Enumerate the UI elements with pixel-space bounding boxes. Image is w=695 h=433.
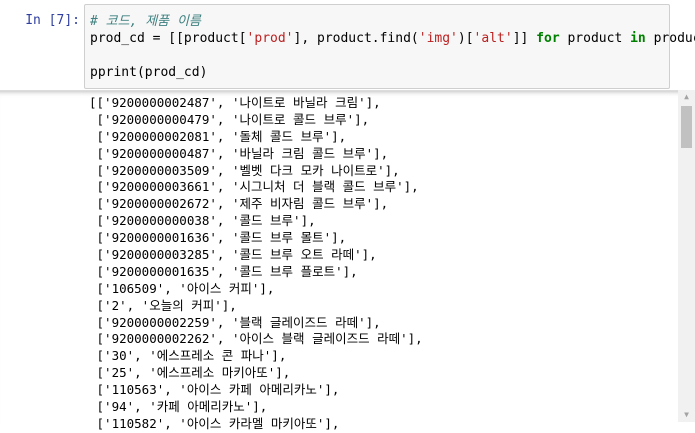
output-line: ['9200000000487', '바닐라 크림 콜드 브루'], [89, 145, 389, 161]
output-line: ['30', '에스프레소 콘 파나'], [89, 348, 287, 364]
output-line: ['94', '카페 아메리카노'], [89, 399, 268, 415]
code-string: 'img' [418, 31, 458, 46]
output-text: [['9200000002487', '나이트로 바닐라 크림'], ['920… [89, 95, 423, 433]
output-line: [['9200000002487', '나이트로 바닐라 크림'], [89, 95, 381, 110]
scroll-down-arrow-icon[interactable]: ▼ [678, 408, 695, 422]
output-line: ['9200000002081', '돌체 콜드 브루'], [89, 128, 347, 144]
output-line: ['9200000002672', '제주 비자림 콜드 브루'], [89, 196, 389, 212]
output-line: ['110563', '아이스 카페 아메리카노'], [89, 382, 340, 398]
scrollbar-thumb[interactable] [681, 106, 692, 148]
output-line: ['9200000003285', '콜드 브루 오트 라떼'], [89, 247, 377, 263]
cell-prompt: In [7]: [25, 13, 80, 28]
code-token: ]] [512, 31, 537, 46]
output-line: ['2', '오늘의 커피'], [89, 297, 237, 313]
output-line: ['110582', '아이스 카라멜 마키아또'], [89, 415, 340, 431]
code-token: prod_cd = [[product[ [90, 31, 247, 46]
output-line: ['9200000001635', '콜드 브루 플로트'], [89, 263, 358, 279]
output-line: ['25', '에스프레소 마키아또'], [89, 365, 291, 381]
code-cell[interactable]: In [7]: # 코드, 제품 이름 prod_cd = [[product[… [0, 0, 695, 91]
output-line: ['106509', '아이스 커피'], [89, 280, 275, 296]
output-area[interactable]: [['9200000002487', '나이트로 바닐라 크림'], ['920… [0, 90, 695, 431]
code-line-1: # 코드, 제품 이름 [90, 13, 201, 30]
output-line: ['9200000002262', '아이스 블랙 글레이즈드 라떼'], [89, 331, 423, 347]
output-scrollbar[interactable]: ▲ ▼ [678, 90, 695, 422]
code-token: ], product.find( [293, 31, 419, 46]
code-editor[interactable]: # 코드, 제품 이름 prod_cd = [[product['prod'],… [84, 4, 695, 89]
scroll-up-arrow-icon[interactable]: ▲ [678, 90, 695, 104]
output-line: ['9200000002259', '블랙 글레이즈드 라떼'], [89, 314, 381, 330]
code-string: 'prod' [246, 31, 294, 46]
code-token: )[ [457, 31, 474, 46]
output-line: ['9200000000038', '콜드 브루'], [89, 213, 316, 229]
code-string: 'alt' [473, 31, 513, 46]
code-token: products] [653, 31, 695, 46]
code-token: product [559, 31, 631, 46]
code-comment: # 코드, 제품 이름 [90, 14, 201, 29]
output-line: ['9200000000479', '나이트로 콜드 브루'], [89, 111, 370, 127]
output-line: ['9200000003661', '시그니처 더 블랙 콜드 브루'], [89, 179, 419, 195]
code-line-2: prod_cd = [[product['prod'], product.fin… [90, 30, 695, 47]
code-line-4: pprint(prod_cd) [90, 65, 208, 80]
output-line: ['9200000003509', '벨벳 다크 모카 나이트로'], [89, 162, 400, 178]
code-keyword: for [536, 31, 560, 46]
code-keyword: in [630, 31, 646, 46]
output-line: ['9200000001636', '콜드 브루 몰트'], [89, 230, 347, 246]
